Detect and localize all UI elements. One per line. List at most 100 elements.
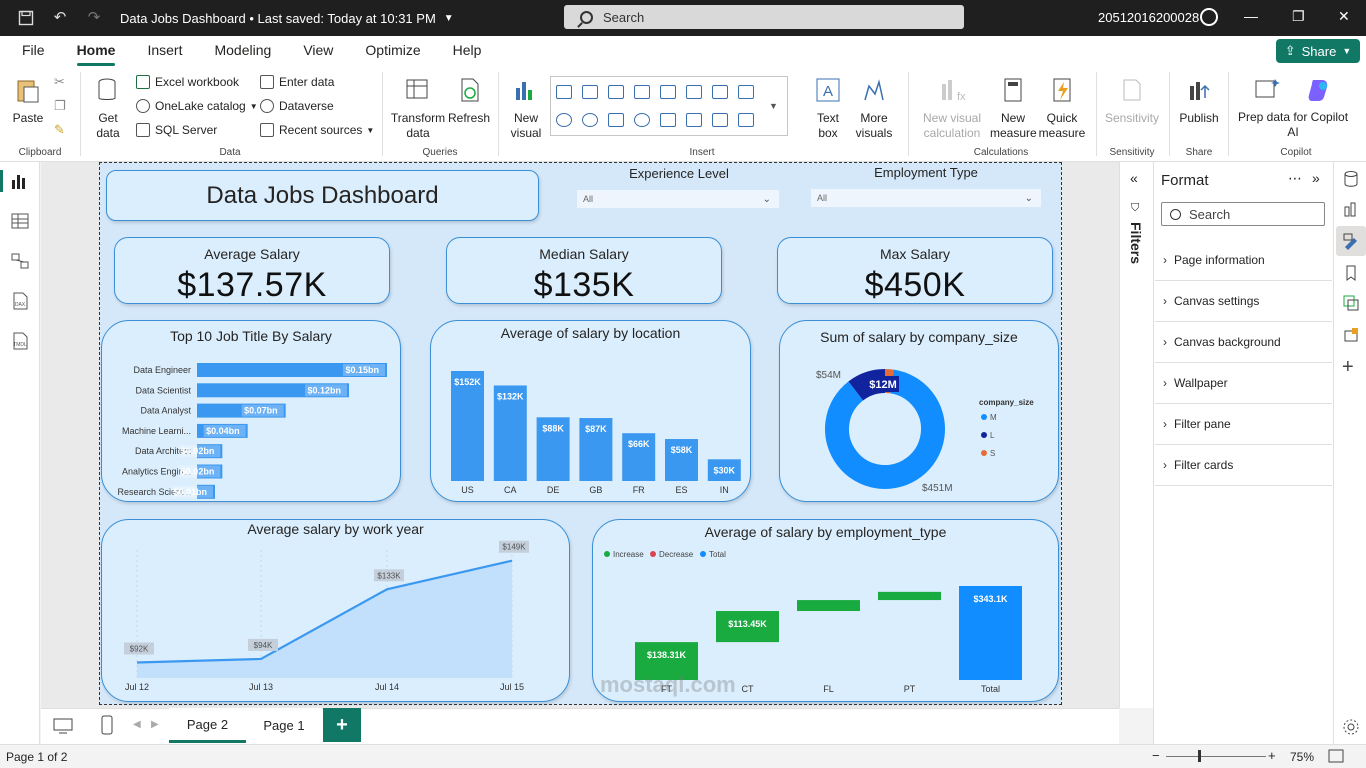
ribbon-chart-icon[interactable] [660,85,676,99]
menu-file[interactable]: File [22,36,45,66]
visual-gallery[interactable]: ▼ [550,76,788,136]
top-job-title-chart[interactable]: Top 10 Job Title By Salary Data Engineer… [101,320,401,502]
collapse-pane-icon[interactable]: » [1312,170,1320,186]
recent-sources-button[interactable]: Recent sources ▼ [260,123,374,137]
stacked-column-icon[interactable] [582,85,598,99]
paste-button[interactable]: Paste [10,76,46,126]
maximize-icon[interactable]: ❐ [1292,8,1305,25]
salary-by-location-chart[interactable]: Average of salary by location $152K US $13… [430,320,751,502]
expand-filters-icon[interactable]: « [1130,170,1138,186]
refresh-button[interactable]: Refresh [448,76,490,126]
selection-icon[interactable] [1342,294,1360,312]
format-item-canvas-settings[interactable]: › Canvas settings [1155,281,1332,322]
sensitivity-button[interactable]: Sensitivity [1100,76,1164,126]
new-visual-button[interactable]: New visual [506,76,546,141]
kpi-average-salary[interactable]: Average Salary $137.57K [114,237,390,304]
avatar[interactable] [1200,8,1218,26]
format-item-wallpaper[interactable]: › Wallpaper [1155,363,1332,404]
report-view-icon[interactable] [10,172,30,190]
menu-view[interactable]: View [303,36,333,66]
next-page-icon[interactable]: ▶ [151,719,159,730]
settings-icon[interactable] [1342,718,1360,736]
data-pane-icon[interactable] [1342,170,1360,188]
waterfall-chart-icon[interactable] [738,85,754,99]
bookmarks-icon[interactable] [1342,264,1360,282]
format-item-canvas-background[interactable]: › Canvas background [1155,322,1332,363]
card-icon[interactable] [686,113,702,127]
clustered-column-icon[interactable] [634,85,650,99]
fit-to-page-icon[interactable] [1328,749,1344,763]
gallery-expand-icon[interactable]: ▼ [769,101,778,111]
more-visuals-button[interactable]: More visuals [850,76,898,141]
dax-query-icon[interactable]: DAX [10,292,30,310]
format-item-filter-cards[interactable]: › Filter cards [1155,445,1332,486]
add-page-button[interactable]: + [323,708,361,742]
kpi-median-salary[interactable]: Median Salary $135K [446,237,722,304]
zoom-in-icon[interactable]: + [1268,748,1276,763]
sql-server-button[interactable]: SQL Server [136,123,217,137]
filters-label[interactable]: Filters [1128,222,1144,264]
menu-insert[interactable]: Insert [147,36,182,66]
area-chart-icon[interactable] [712,85,728,99]
enter-data-button[interactable]: Enter data [260,75,334,89]
zoom-out-icon[interactable]: − [1152,748,1160,763]
zoom-slider-thumb[interactable] [1198,750,1201,762]
map-icon[interactable] [634,113,650,127]
previous-page-icon[interactable]: ◀ [133,719,141,730]
tab-page-1[interactable]: Page 1 [246,708,322,743]
publish-button[interactable]: Publish [1176,76,1222,126]
line-chart-icon[interactable] [686,85,702,99]
menu-home[interactable]: Home [76,36,115,66]
experience-level-slicer[interactable]: All ⌄ [577,190,779,208]
minimize-icon[interactable]: — [1244,8,1258,24]
prep-data-copilot-button[interactable]: Prep data for Copilot AI [1236,76,1350,140]
new-visual-calculation-button[interactable]: fx New visual calculation [914,76,990,141]
dataverse-button[interactable]: Dataverse [260,99,334,113]
stacked-bar-icon[interactable] [556,85,572,99]
copy-icon[interactable]: ❐ [54,98,66,114]
treemap-icon[interactable] [608,113,624,127]
format-painter-icon[interactable]: ✎ [54,122,65,138]
tab-page-2[interactable]: Page 2 [169,708,246,743]
share-button[interactable]: ⇪ Share ▼ [1276,39,1360,63]
mobile-layout-icon[interactable] [101,715,113,735]
menu-modeling[interactable]: Modeling [214,36,271,66]
format-item-page-information[interactable]: › Page information [1155,240,1332,281]
add-pane-icon[interactable]: + [1342,356,1354,379]
desktop-layout-icon[interactable] [53,717,73,735]
menu-help[interactable]: Help [453,36,482,66]
transform-data-button[interactable]: Transform data [390,76,446,141]
pie-chart-icon[interactable] [556,113,572,127]
zoom-slider[interactable] [1166,756,1266,757]
cut-icon[interactable]: ✂ [54,74,65,90]
model-view-icon[interactable] [10,252,30,270]
search-box[interactable]: Search [564,5,964,29]
excel-workbook-button[interactable]: Excel workbook [136,75,239,89]
format-item-filter-pane[interactable]: › Filter pane [1155,404,1332,445]
clustered-bar-icon[interactable] [608,85,624,99]
tmdl-view-icon[interactable]: TMDL [10,332,30,350]
table-icon[interactable] [712,113,728,127]
undo-icon[interactable]: ↶ [52,10,68,26]
gauge-icon[interactable] [660,113,676,127]
salary-by-year-chart[interactable]: Average salary by work year $92K Jul 12 $9… [101,519,570,702]
kpi-max-salary[interactable]: Max Salary $450K [777,237,1053,304]
employment-type-slicer[interactable]: All ⌄ [811,189,1041,207]
format-search-input[interactable]: Search [1161,202,1325,226]
menu-optimize[interactable]: Optimize [365,36,420,66]
performance-icon[interactable] [1342,326,1360,344]
close-icon[interactable]: ✕ [1338,8,1350,25]
table-view-icon[interactable] [10,212,30,230]
format-visual-icon[interactable] [1342,232,1360,250]
matrix-icon[interactable] [738,113,754,127]
donut-chart-icon[interactable] [582,113,598,127]
quick-measure-button[interactable]: Quick measure [1038,76,1086,141]
redo-icon[interactable]: ↷ [86,10,102,26]
text-box-button[interactable]: A Text box [808,76,848,141]
more-options-icon[interactable]: ⋯ [1288,170,1302,187]
company-size-donut-chart[interactable]: Sum of salary by company_size $54M $12M $4… [779,320,1059,502]
chevron-down-icon[interactable]: ▼ [444,13,454,24]
save-icon[interactable] [18,10,34,26]
new-measure-button[interactable]: New measure [990,76,1037,141]
get-data-button[interactable]: Get data [88,76,128,141]
